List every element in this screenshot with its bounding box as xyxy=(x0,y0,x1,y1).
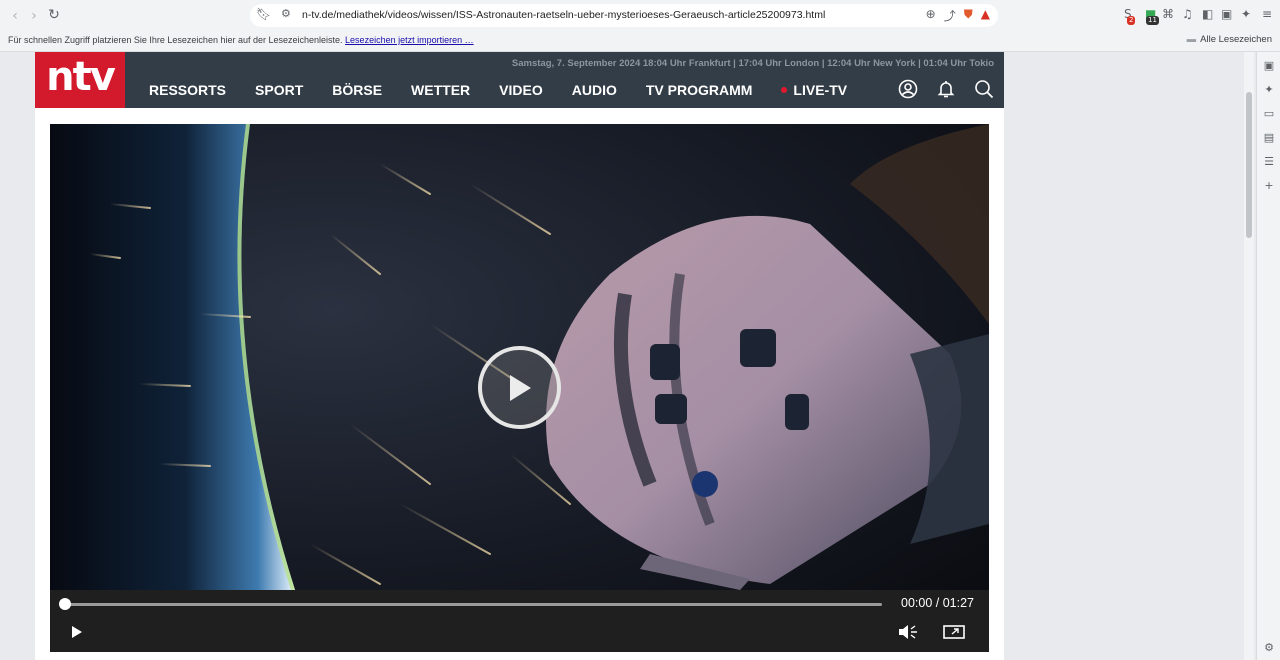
nav-live-tv-label: LIVE-TV xyxy=(793,82,848,98)
extensions-puzzle-icon[interactable]: ⌘ xyxy=(1162,7,1174,21)
browser-side-panel: ▣ ✦ ▭ ▤ ☰ + ⚙ xyxy=(1256,52,1280,660)
dateline: Samstag, 7. September 2024 18:04 Uhr Fra… xyxy=(511,58,994,69)
site-header: ntv Samstag, 7. September 2024 18:04 Uhr… xyxy=(35,52,1004,108)
big-play-button[interactable] xyxy=(478,346,561,429)
side-panel-settings-icon[interactable]: ⚙ xyxy=(1263,642,1275,654)
leo-ai-icon[interactable]: ✦ xyxy=(1241,7,1251,21)
video-player[interactable]: 00:00 / 01:27 xyxy=(50,124,989,652)
search-icon[interactable] xyxy=(974,79,994,99)
folder-icon: ▬ xyxy=(1186,34,1197,45)
url-text[interactable]: n-tv.de/mediathek/videos/wissen/ISS-Astr… xyxy=(302,9,825,21)
play-pause-button[interactable] xyxy=(70,625,84,639)
page-content: ntv Samstag, 7. September 2024 18:04 Uhr… xyxy=(35,52,1004,660)
bookmark-bar: Für schnellen Zugriff platzieren Sie Ihr… xyxy=(0,31,1280,52)
live-dot-icon xyxy=(781,86,788,93)
player-controls: 00:00 / 01:27 xyxy=(50,590,989,652)
media-side-icon[interactable]: ▭ xyxy=(1263,108,1275,120)
extension-badge-2: 11 xyxy=(1146,16,1159,25)
leo-side-icon[interactable]: ✦ xyxy=(1263,84,1275,96)
brave-rewards-icon[interactable]: ▲ xyxy=(981,7,990,24)
browser-toolbar: ‹ › ↻ 🔖︎ ⚙ n-tv.de/mediathek/videos/wiss… xyxy=(0,0,1280,31)
account-icon[interactable] xyxy=(898,79,918,99)
reload-button[interactable]: ↻ xyxy=(44,5,64,25)
forward-button[interactable]: › xyxy=(24,6,44,26)
share-icon[interactable]: ⤴ xyxy=(944,7,956,24)
notification-bell-icon[interactable] xyxy=(936,79,956,99)
fullscreen-button[interactable] xyxy=(943,625,965,639)
site-info-icon[interactable]: ⚙ xyxy=(281,7,291,20)
all-bookmarks-button[interactable]: ▬ Alle Lesezeichen xyxy=(1187,34,1272,45)
page-scrollbar[interactable] xyxy=(1244,52,1254,660)
progress-knob[interactable] xyxy=(59,598,71,610)
brave-shield-icon[interactable]: ⛊ xyxy=(964,7,973,24)
wallet-icon[interactable]: ▣ xyxy=(1221,7,1232,21)
extension-badge-1: 2 xyxy=(1127,16,1136,25)
bookmark-star-icon[interactable]: 🔖︎ xyxy=(256,7,271,21)
zoom-icon[interactable]: ⊕ xyxy=(926,7,936,24)
reading-list-side-icon[interactable]: ☰ xyxy=(1263,156,1275,168)
logo-text: ntv xyxy=(46,54,116,100)
wallet-side-icon[interactable]: ▣ xyxy=(1263,60,1275,72)
progress-bar[interactable] xyxy=(59,598,882,610)
add-side-panel-icon[interactable]: + xyxy=(1263,180,1275,192)
media-control-icon[interactable]: ♫ xyxy=(1182,7,1193,21)
bookmarks-side-icon[interactable]: ▤ xyxy=(1263,132,1275,144)
address-bar[interactable]: 🔖︎ ⚙ n-tv.de/mediathek/videos/wissen/ISS… xyxy=(250,4,998,27)
sidebar-toggle-icon[interactable]: ◧ xyxy=(1202,7,1213,21)
nav-tv-programm[interactable]: TV PROGRAMM xyxy=(646,82,753,98)
bookmark-hint-text: Für schnellen Zugriff platzieren Sie Ihr… xyxy=(8,35,343,45)
nav-sport[interactable]: SPORT xyxy=(255,82,303,98)
nav-live-tv[interactable]: LIVE-TV xyxy=(781,82,847,98)
import-bookmarks-link[interactable]: Lesezeichen jetzt importieren … xyxy=(345,35,474,45)
nav-video[interactable]: VIDEO xyxy=(499,82,543,98)
main-navigation: RESSORTS SPORT BÖRSE WETTER VIDEO AUDIO … xyxy=(149,82,876,98)
all-bookmarks-label: Alle Lesezeichen xyxy=(1200,34,1272,45)
nav-boerse[interactable]: BÖRSE xyxy=(332,82,382,98)
scrollbar-thumb[interactable] xyxy=(1246,92,1252,238)
nav-ressorts[interactable]: RESSORTS xyxy=(149,82,226,98)
play-icon xyxy=(509,374,531,401)
bookmark-bar-message: Für schnellen Zugriff platzieren Sie Ihr… xyxy=(8,35,474,45)
ntv-logo[interactable]: ntv xyxy=(35,52,125,108)
time-display: 00:00 / 01:27 xyxy=(901,596,974,610)
page-viewport: ntv Samstag, 7. September 2024 18:04 Uhr… xyxy=(0,52,1244,660)
header-icons xyxy=(898,79,994,99)
back-button[interactable]: ‹ xyxy=(5,6,25,26)
menu-icon[interactable]: ≡ xyxy=(1262,7,1272,21)
nav-wetter[interactable]: WETTER xyxy=(411,82,470,98)
mute-button[interactable] xyxy=(898,624,922,640)
nav-audio[interactable]: AUDIO xyxy=(572,82,617,98)
